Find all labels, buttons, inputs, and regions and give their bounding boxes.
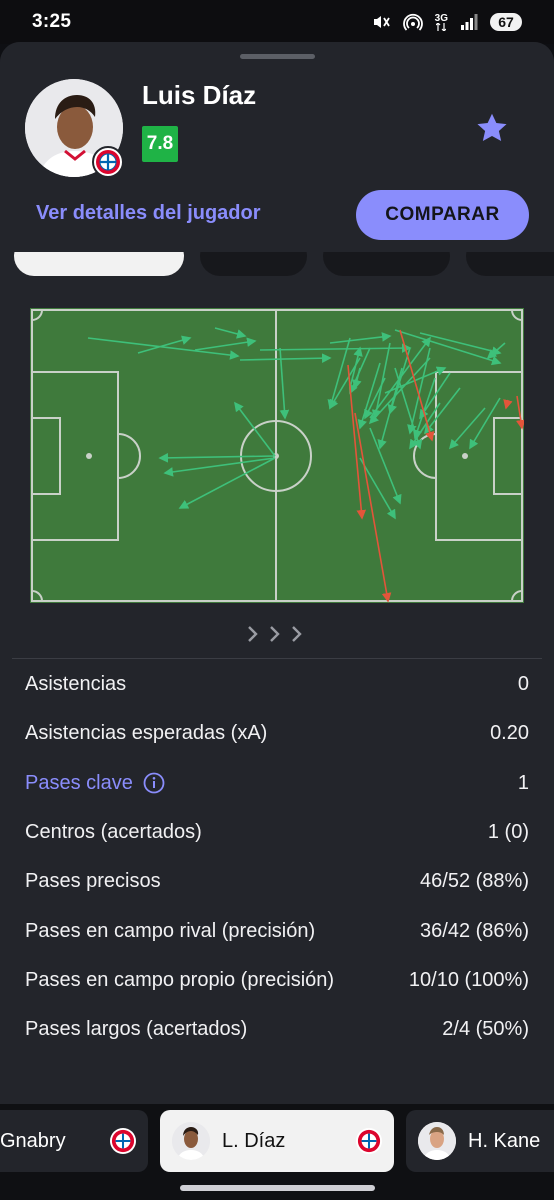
info-icon[interactable] <box>143 772 165 794</box>
stat-label-text: Pases clave <box>25 771 133 794</box>
bayern-badge-icon <box>110 1128 136 1154</box>
player-header: Luis Díaz 7.8 Ver detalles del jugador C… <box>0 42 554 252</box>
player-card-avatar <box>418 1122 456 1160</box>
stat-label: Asistencias <box>25 673 127 696</box>
stat-value: 0 <box>517 673 529 696</box>
stat-label: Pases precisos <box>25 870 161 893</box>
chevron-right-icon <box>248 626 302 642</box>
attack-direction <box>245 624 309 644</box>
divider <box>12 658 542 659</box>
player-card-diaz[interactable]: L. Díaz <box>160 1110 394 1172</box>
stat-label: Centros (acertados) <box>25 821 202 844</box>
stat-row: Asistencias esperadas (xA) 0.20 <box>0 709 554 758</box>
stat-value: 1 (0) <box>487 821 529 844</box>
player-details-link[interactable]: Ver detalles del jugador <box>36 202 261 225</box>
battery-indicator: 67 <box>490 13 522 31</box>
player-card-name: L. Díaz <box>222 1129 286 1152</box>
stat-row-key-passes[interactable]: Pases clave 1 <box>0 759 554 808</box>
stat-label: Pases largos (acertados) <box>25 1018 248 1041</box>
player-card-name: H. Kane <box>468 1129 541 1152</box>
data-arrows-icon <box>436 22 447 31</box>
player-card-name: Gnabry <box>0 1129 66 1152</box>
player-card-avatar <box>172 1122 210 1160</box>
stat-label: Pases en campo propio (precisión) <box>25 968 335 991</box>
stat-value: 36/42 (86%) <box>420 919 529 942</box>
stat-row: Pases precisos 46/52 (88%) <box>0 857 554 906</box>
player-card-kane[interactable]: H. Kane <box>406 1110 554 1172</box>
home-indicator[interactable] <box>180 1185 375 1191</box>
pitch-svg <box>30 308 526 603</box>
stat-label: Asistencias esperadas (xA) <box>25 722 268 745</box>
stat-row: Pases en campo propio (precisión) 10/10 … <box>0 956 554 1005</box>
star-icon[interactable] <box>474 110 510 146</box>
stat-value: 2/4 (50%) <box>442 1018 529 1041</box>
stat-row: Pases largos (acertados) 2/4 (50%) <box>0 1005 554 1054</box>
stat-label-link[interactable]: Pases clave <box>25 772 165 795</box>
passing-stats: Asistencias 0 Asistencias esperadas (xA)… <box>0 660 554 1054</box>
player-card-gnabry[interactable]: Gnabry <box>0 1110 148 1172</box>
pass-map <box>30 308 526 603</box>
match-rating-badge: 7.8 <box>142 126 178 162</box>
signal-icon <box>460 14 478 30</box>
bayern-badge-icon <box>356 1128 382 1154</box>
player-bottom-sheet: Luis Díaz 7.8 Ver detalles del jugador C… <box>0 42 554 1200</box>
sheet-drag-handle[interactable] <box>240 54 315 59</box>
stat-value: 0.20 <box>490 722 529 745</box>
stat-label: Pases en campo rival (precisión) <box>25 919 316 942</box>
stat-value: 10/10 (100%) <box>408 968 529 991</box>
compare-button[interactable]: COMPARAR <box>356 190 529 240</box>
stat-tabs <box>0 236 554 280</box>
network-type: 3G <box>434 12 448 31</box>
stat-row: Centros (acertados) 1 (0) <box>0 808 554 857</box>
stat-row: Asistencias 0 <box>0 660 554 709</box>
stat-row: Pases en campo rival (precisión) 36/42 (… <box>0 906 554 955</box>
bayern-badge-icon <box>92 146 124 178</box>
status-bar: 3:25 3G 67 <box>0 0 554 44</box>
player-name: Luis Díaz <box>142 80 257 110</box>
network-label: 3G <box>434 12 448 24</box>
status-time: 3:25 <box>32 11 72 32</box>
stat-value: 1 <box>517 771 529 794</box>
stat-value: 46/52 (88%) <box>420 870 529 893</box>
hotspot-icon <box>402 12 423 32</box>
status-icons: 3G 67 <box>371 12 522 32</box>
mute-icon <box>371 12 391 32</box>
